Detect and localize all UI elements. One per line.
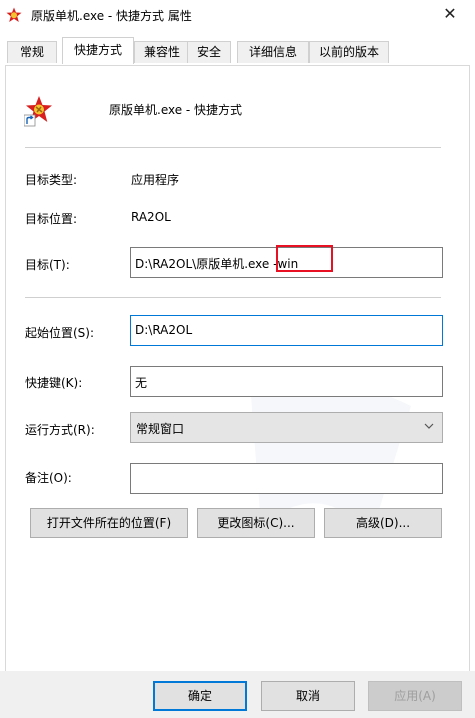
- run-select-value: 常规窗口: [136, 422, 185, 436]
- ok-button[interactable]: 确定: [153, 681, 247, 711]
- run-select[interactable]: 常规窗口: [130, 412, 443, 443]
- hotkey-input-value: 无: [135, 376, 148, 390]
- start-in-input[interactable]: D:\RA2OL: [130, 315, 443, 346]
- dialog-button-bar: 确定 取消 应用(A): [0, 671, 475, 718]
- tab-security[interactable]: 安全: [187, 41, 231, 63]
- cancel-button[interactable]: 取消: [261, 681, 355, 711]
- tab-previous-versions[interactable]: 以前的版本: [309, 41, 389, 63]
- shortcut-app-icon: [24, 96, 52, 127]
- target-input[interactable]: D:\RA2OL\原版单机.exe -win: [130, 245, 443, 278]
- target-label: 目标(T):: [25, 258, 70, 272]
- annotation-highlight-box: [276, 245, 333, 272]
- chevron-down-icon: [424, 423, 434, 429]
- separator: [25, 147, 441, 148]
- shortcut-name: 原版单机.exe - 快捷方式: [109, 103, 243, 117]
- separator: [25, 297, 441, 298]
- apply-button[interactable]: 应用(A): [368, 681, 462, 711]
- tab-general[interactable]: 常规: [7, 41, 57, 63]
- soviet-emblem-icon: [6, 7, 22, 22]
- start-in-input-value: D:\RA2OL: [135, 323, 193, 337]
- tab-compatibility[interactable]: 兼容性: [134, 41, 190, 63]
- open-file-location-button[interactable]: 打开文件所在的位置(F): [30, 508, 188, 538]
- run-label: 运行方式(R):: [25, 423, 95, 437]
- target-location-value: RA2OL: [131, 210, 171, 224]
- start-in-label: 起始位置(S):: [25, 326, 95, 340]
- hotkey-label: 快捷键(K):: [25, 376, 83, 390]
- target-input-value: D:\RA2OL\原版单机.exe -win: [135, 257, 299, 271]
- tab-details[interactable]: 详细信息: [237, 41, 309, 63]
- target-type-value: 应用程序: [131, 173, 180, 187]
- shortcut-arrow-icon: [24, 114, 36, 127]
- tab-shortcut[interactable]: 快捷方式: [62, 37, 134, 64]
- window-title: 原版单机.exe - 快捷方式 属性: [31, 9, 192, 23]
- change-icon-button[interactable]: 更改图标(C)...: [197, 508, 315, 538]
- tab-bar: 常规 快捷方式 兼容性 安全 详细信息 以前的版本: [0, 37, 475, 66]
- target-type-label: 目标类型:: [25, 173, 78, 187]
- advanced-button[interactable]: 高级(D)...: [324, 508, 442, 538]
- comment-input[interactable]: [130, 463, 443, 494]
- target-location-label: 目标位置:: [25, 212, 78, 226]
- hotkey-input[interactable]: 无: [130, 366, 443, 397]
- comment-label: 备注(O):: [25, 471, 72, 485]
- title-bar: 原版单机.exe - 快捷方式 属性 ✕: [0, 0, 475, 30]
- close-button[interactable]: ✕: [437, 2, 463, 26]
